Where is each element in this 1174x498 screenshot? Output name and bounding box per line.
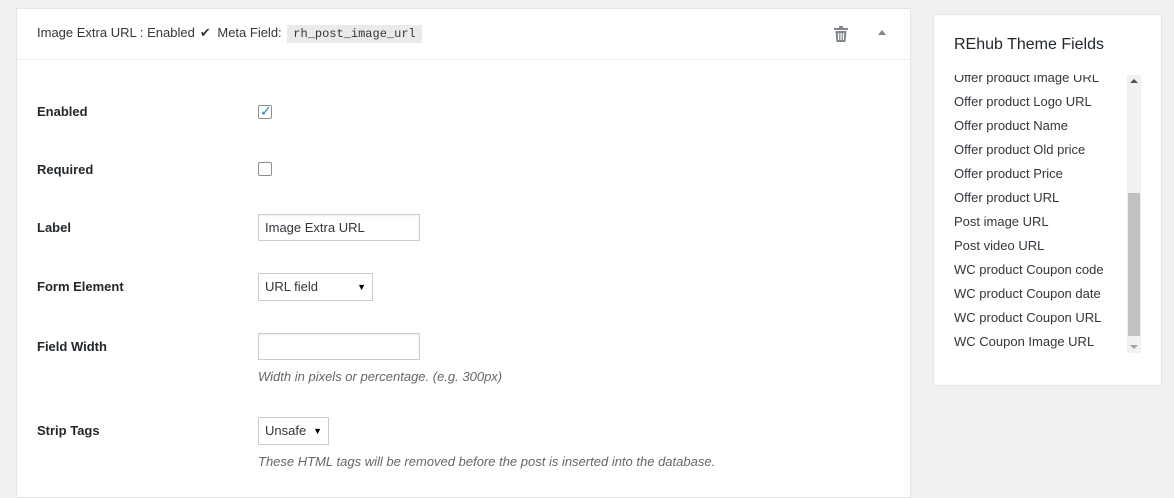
label-input[interactable]: Image Extra URL [258,214,420,241]
rehub-theme-fields-box: REhub Theme Fields Offer product Image U… [933,14,1162,386]
list-scrollbar[interactable] [1127,75,1141,353]
label-field-label: Label [37,220,71,235]
form-element-label: Form Element [37,279,124,294]
meta-field-label: Meta Field: [217,25,282,40]
required-checkbox[interactable] [258,162,272,176]
check-icon: ✔ [199,25,211,40]
strip-tags-label: Strip Tags [37,423,100,438]
theme-field-item[interactable]: Offer product Logo URL [954,92,1104,116]
field-settings-panel: Image Extra URL : Enabled ✔ Meta Field: r… [16,8,911,498]
theme-field-item[interactable]: WC Coupon Image URL [954,332,1104,353]
checkmark-icon: ✓ [260,103,272,119]
theme-fields-list[interactable]: Offer product Image URL Offer product Log… [954,75,1129,353]
required-label: Required [37,162,94,177]
form-element-value: URL field [265,279,318,294]
dropdown-arrow-icon: ▼ [357,282,366,292]
panel-title: Image Extra URL : Enabled ✔ Meta Field: r… [37,25,422,43]
strip-tags-select[interactable]: Unsafe ▼ [258,417,329,445]
field-name: Image Extra URL [37,25,137,40]
field-width-label: Field Width [37,339,107,354]
enabled-status: Enabled [147,25,195,40]
theme-field-item[interactable]: WC product Coupon code [954,260,1104,284]
dropdown-arrow-icon: ▼ [313,426,322,436]
theme-field-item[interactable]: Offer product URL [954,188,1104,212]
scroll-up-icon[interactable] [1130,79,1138,83]
meta-field-value: rh_post_image_url [287,25,422,43]
strip-tags-value: Unsafe [265,423,307,438]
strip-tags-help: These HTML tags will be removed before t… [258,454,716,469]
theme-field-item[interactable]: Offer product Price [954,164,1104,188]
panel-header[interactable]: Image Extra URL : Enabled ✔ Meta Field: r… [17,9,910,60]
title-separator: : [139,25,144,40]
field-width-input[interactable] [258,333,420,360]
sidebar-title: REhub Theme Fields [954,36,1104,53]
theme-field-item[interactable]: WC product Coupon date [954,284,1104,308]
theme-field-item[interactable]: Offer product Old price [954,140,1104,164]
enabled-checkbox[interactable]: ✓ [258,103,272,119]
theme-field-item[interactable]: Offer product Name [954,116,1104,140]
trash-icon[interactable] [834,26,848,42]
theme-field-item[interactable]: Post video URL [954,236,1104,260]
theme-field-item[interactable]: Offer product Image URL [954,75,1104,92]
scroll-down-icon[interactable] [1130,345,1138,349]
form-element-select[interactable]: URL field ▼ [258,273,373,301]
arrow-up-icon[interactable] [878,30,886,35]
theme-field-item[interactable]: WC product Coupon URL [954,308,1104,332]
scroll-thumb[interactable] [1128,193,1140,336]
theme-field-item[interactable]: Post image URL [954,212,1104,236]
field-width-help: Width in pixels or percentage. (e.g. 300… [258,369,503,384]
enabled-label: Enabled [37,104,88,119]
